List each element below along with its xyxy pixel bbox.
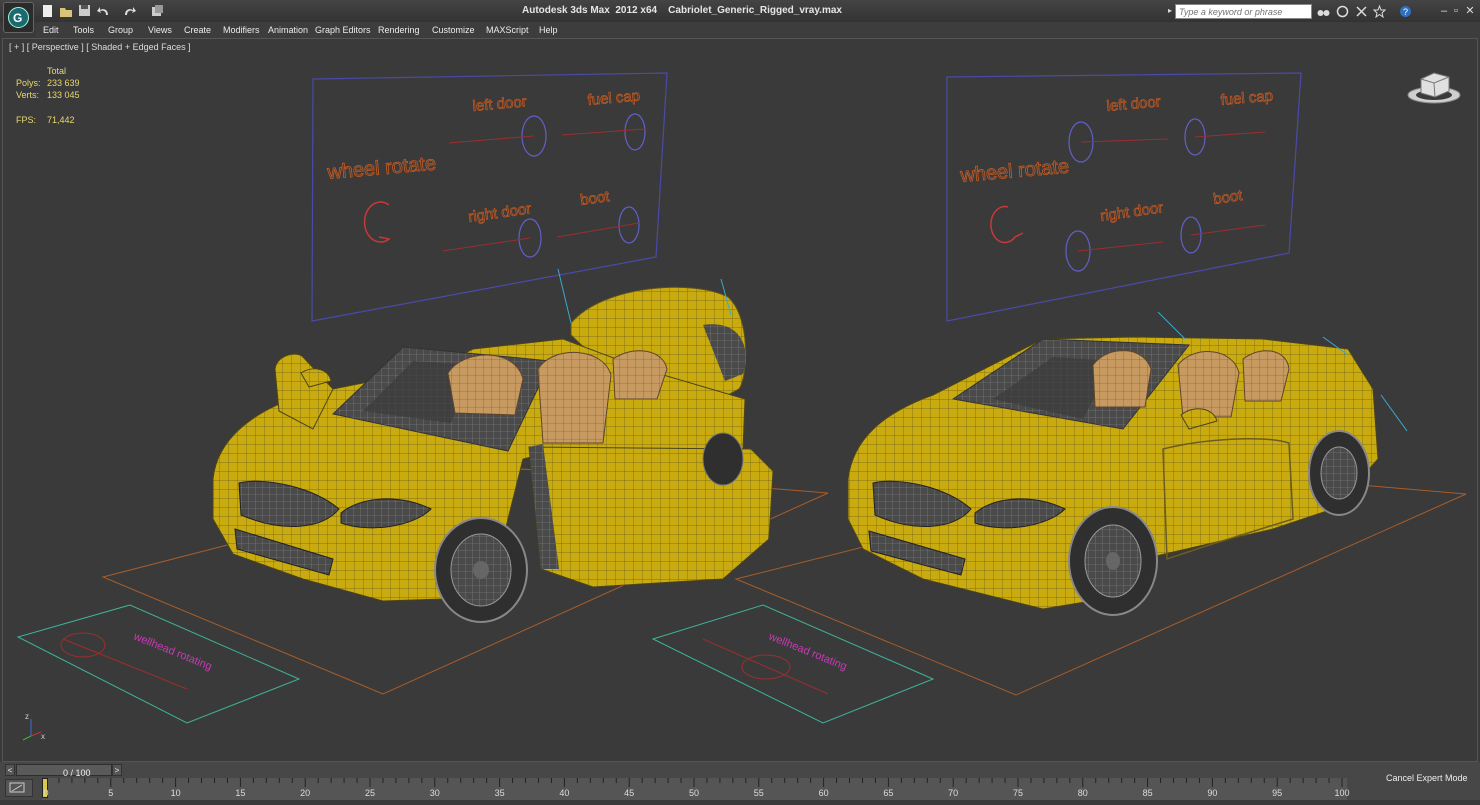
left-door-label: left door — [472, 93, 527, 115]
tick-label: 75 — [1012, 788, 1024, 798]
favorites-star-icon[interactable] — [1373, 5, 1386, 18]
tick-label: 95 — [1272, 788, 1283, 798]
right-ground-control[interactable]: wellhead rotating — [651, 604, 935, 724]
time-slider-label: 0 / 100 — [63, 768, 91, 778]
menu-bar: Edit Tools Group Views Create Modifiers … — [36, 22, 1480, 38]
menu-customize[interactable]: Customize — [432, 25, 475, 35]
tick-label: 80 — [1077, 788, 1088, 798]
left-ground-control[interactable]: wellhead rotating — [16, 604, 301, 724]
redo-icon[interactable] — [123, 4, 137, 18]
time-prev-button[interactable]: < — [5, 764, 15, 776]
left-control-panel[interactable]: wheel rotate left door fuel cap right do… — [311, 72, 668, 322]
svg-text:G: G — [13, 11, 22, 25]
right-panel-right-door-label: right door — [1099, 199, 1164, 225]
tick-label: 90 — [1207, 788, 1218, 798]
tick-label: 100 — [1334, 788, 1350, 798]
menu-tools[interactable]: Tools — [73, 25, 94, 35]
open-file-icon[interactable] — [59, 4, 73, 18]
tick-label: 55 — [753, 788, 764, 798]
menu-views[interactable]: Views — [148, 25, 172, 35]
tick-label: 30 — [429, 788, 440, 798]
help-icon[interactable]: ? — [1399, 5, 1412, 18]
title-bar: G Autodesk 3ds Max 2012 x64 Cabriolet_Ge… — [0, 0, 1480, 33]
left-wheel-label: wheel rotate — [326, 153, 437, 185]
tick-label: 40 — [559, 788, 570, 798]
right-panel-left-door-label: left door — [1106, 93, 1161, 115]
time-next-button[interactable]: > — [112, 764, 122, 776]
save-icon[interactable] — [78, 4, 92, 18]
timeline-panel: < 0 / 100 > 0 5 10 15 20 25 30 35 40 45 50 55 60 65 70… — [0, 762, 1480, 800]
tick-label: 10 — [170, 788, 181, 798]
perspective-viewport[interactable]: [ + ] [ Perspective ] [ Shaded + Edged F… — [2, 38, 1478, 762]
tick-label: 45 — [624, 788, 635, 798]
window-title: Autodesk 3ds Max 2012 x64 Cabriolet_Gene… — [522, 5, 842, 16]
cancel-expert-mode-button[interactable]: Cancel Expert Mode — [1386, 773, 1474, 787]
tick-label: 50 — [688, 788, 700, 798]
tick-label: 0 — [43, 788, 49, 798]
binoculars-icon[interactable] — [1317, 5, 1330, 18]
tick-label: 35 — [494, 788, 505, 798]
tick-label: 85 — [1142, 788, 1153, 798]
wheel-rotate-arrow-icon — [363, 201, 391, 243]
tick-label: 60 — [818, 788, 829, 798]
svg-text:z: z — [25, 712, 29, 721]
tick-label: 65 — [883, 788, 894, 798]
subscription-icon[interactable] — [1336, 5, 1349, 18]
search-input[interactable] — [1175, 4, 1312, 19]
project-folder-icon[interactable] — [151, 4, 165, 18]
svg-text:x: x — [41, 732, 45, 741]
svg-text:?: ? — [1403, 7, 1408, 17]
tick-label: 25 — [364, 788, 376, 798]
axis-tripod-icon: z x — [22, 712, 45, 741]
right-control-panel[interactable]: wheel rotate left door fuel cap right do… — [946, 72, 1302, 322]
right-car-closed[interactable] — [847, 311, 1408, 616]
right-panel-wheel-rotate-icon — [990, 205, 1024, 244]
fuel-cap-label: fuel cap — [587, 87, 641, 109]
scene-canvas: wheel rotate left door fuel cap right do… — [16, 72, 1467, 741]
communication-center-icon[interactable] — [1355, 5, 1368, 18]
viewcube-icon[interactable] — [1407, 72, 1461, 104]
right-panel-wheel-label: wheel rotate — [959, 156, 1070, 188]
menu-graph-editors[interactable]: Graph Editors — [315, 25, 371, 35]
3dsmax-logo-icon: G — [8, 7, 29, 28]
menu-rendering[interactable]: Rendering — [378, 25, 420, 35]
right-door-label: right door — [467, 200, 532, 226]
curve-editor-icon[interactable] — [5, 779, 33, 797]
menu-create[interactable]: Create — [184, 25, 211, 35]
menu-maxscript[interactable]: MAXScript — [486, 25, 529, 35]
left-car-doors-open[interactable] — [212, 268, 774, 623]
menu-animation[interactable]: Animation — [268, 25, 308, 35]
fuel-cap-slider-knob — [624, 113, 646, 151]
close-icon[interactable]: ✕ — [1462, 3, 1478, 19]
new-file-icon[interactable] — [41, 4, 55, 18]
undo-icon[interactable] — [97, 4, 111, 18]
tick-label: 5 — [108, 788, 114, 798]
tick-label: 20 — [300, 788, 311, 798]
right-panel-fuel-cap-label: fuel cap — [1220, 87, 1274, 109]
app-menu-button[interactable]: G — [3, 2, 34, 33]
menu-help[interactable]: Help — [539, 25, 558, 35]
right-panel-boot-label: boot — [1212, 187, 1244, 208]
boot-label: boot — [579, 188, 611, 209]
tick-label: 70 — [948, 788, 959, 798]
tick-label: 15 — [235, 788, 246, 798]
menu-modifiers[interactable]: Modifiers — [223, 25, 260, 35]
menu-edit[interactable]: Edit — [43, 25, 59, 35]
time-slider[interactable]: 0 / 100 — [16, 764, 112, 778]
menu-group[interactable]: Group — [108, 25, 133, 35]
